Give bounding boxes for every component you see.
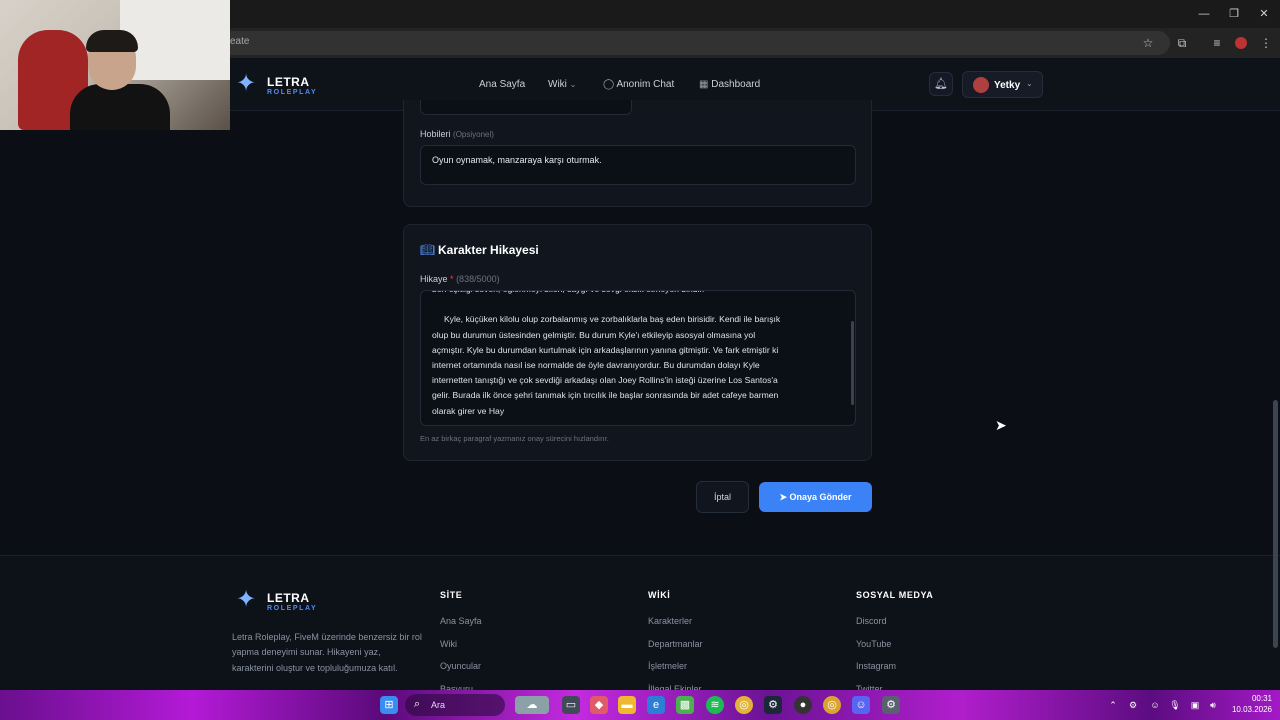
footer-link[interactable]: İşletmeler — [648, 661, 687, 671]
hobbies-label: Hobileri (Opsiyonel) — [420, 129, 494, 139]
webcam-person-hair — [86, 30, 138, 52]
steam-tray-icon[interactable]: ⚙ — [1124, 696, 1142, 714]
story-text: ben eşitliği seven, eğlenmeyi bilen, say… — [432, 291, 781, 416]
optional-tag: (Opsiyonel) — [453, 130, 494, 139]
nav-anonymous-chat[interactable]: ◯ Anonim Chat — [603, 79, 674, 90]
footer-link[interactable]: Oyuncular — [440, 661, 481, 671]
cancel-button[interactable]: İptal — [696, 481, 749, 513]
nav-chat-label: Anonim Chat — [616, 79, 675, 90]
chevron-down-icon: ⌄ — [569, 80, 577, 89]
footer-link[interactable]: Ana Sayfa — [440, 616, 482, 626]
story-card-title: Karakter Hikayesi — [438, 243, 539, 257]
character-counter: (838/5000) — [456, 274, 500, 284]
discord-icon[interactable]: ☺ — [852, 696, 870, 714]
story-textarea[interactable]: ben eşitliği seven, eğlenmeyi bilen, say… — [420, 290, 856, 426]
edge-icon[interactable]: e — [647, 696, 665, 714]
chrome-profile-icon[interactable]: ◎ — [823, 696, 841, 714]
windows-taskbar: ⊞ ⌕ Ara ☁ ▭ ◆ ▬ e ▩ ≋ ◎ ⚙ ● ◎ ☺ ⚙ ⌃ ⚙ ☺ … — [0, 690, 1280, 720]
character-story-card: 📖︎ Karakter Hikayesi Hikaye * (838/5000)… — [403, 224, 872, 461]
footer-social-heading: SOSYAL MEDYA — [856, 590, 934, 600]
nav-wiki[interactable]: Wiki ⌄ — [548, 79, 576, 90]
extensions-icon[interactable]: ⧉ — [1173, 34, 1191, 52]
logo-star-icon[interactable]: ✦ — [233, 71, 259, 97]
dashboard-grid-icon: ▦ — [699, 79, 709, 90]
network-icon[interactable]: ▣ — [1186, 696, 1204, 714]
discord-tray-icon[interactable]: ☺ — [1146, 696, 1164, 714]
book-icon: 📖︎ — [420, 243, 436, 257]
textarea-scrollbar[interactable] — [851, 321, 854, 405]
submit-for-approval-button[interactable]: ➤ Onaya Gönder — [759, 482, 872, 512]
spotify-icon[interactable]: ≋ — [706, 696, 724, 714]
task-view-icon[interactable]: ▭ — [562, 696, 580, 714]
avatar — [973, 77, 989, 93]
footer-link-youtube[interactable]: YouTube — [856, 639, 891, 649]
minecraft-icon[interactable]: ▩ — [676, 696, 694, 714]
user-menu-button[interactable]: Yetky ⌄ — [962, 71, 1043, 98]
logo-title[interactable]: LETRA — [267, 75, 310, 89]
minimize-icon[interactable]: — — [1190, 4, 1218, 24]
maximize-icon[interactable]: ❐ — [1220, 4, 1248, 24]
footer-site-heading: SİTE — [440, 590, 463, 600]
username: Yetky — [994, 80, 1021, 91]
story-hint: En az birkaç paragraf yazmanız onay süre… — [420, 434, 609, 443]
nav-dashboard[interactable]: ▦ Dashboard — [699, 79, 760, 90]
search-placeholder: Ara — [431, 700, 446, 710]
app-icon[interactable]: ◆ — [590, 696, 608, 714]
search-icon: ⌕ — [414, 698, 421, 710]
footer-link[interactable]: Wiki — [440, 639, 457, 649]
clock-date: 10.03.2026 — [1231, 705, 1272, 714]
chevron-down-icon: ⌄ — [1026, 79, 1033, 88]
close-icon[interactable]: ✕ — [1250, 4, 1278, 24]
url-text: eate — [230, 36, 250, 47]
nav-home[interactable]: Ana Sayfa — [479, 79, 525, 90]
steam-icon[interactable]: ⚙ — [764, 696, 782, 714]
send-icon: ➤ — [779, 492, 790, 502]
previous-field[interactable] — [420, 100, 632, 115]
footer-link-discord[interactable]: Discord — [856, 616, 887, 626]
chevron-up-icon[interactable]: ⌃ — [1104, 696, 1122, 714]
github-icon[interactable]: ● — [794, 696, 812, 714]
footer-wiki-heading: WİKİ — [648, 590, 671, 600]
notification-bell-icon[interactable]: 🔔︎ — [929, 72, 953, 96]
webcam-overlay — [0, 0, 230, 130]
windows-start-icon[interactable]: ⊞ — [380, 696, 398, 714]
story-label: Hikaye * (838/5000) — [420, 274, 500, 284]
chrome-icon[interactable]: ◎ — [735, 696, 753, 714]
browser-menu-icon[interactable]: ⋮ — [1257, 34, 1275, 52]
bookmark-star-icon[interactable]: ☆ — [1139, 34, 1157, 52]
weather-widget-icon[interactable]: ☁ — [515, 696, 549, 714]
footer-link[interactable]: Departmanlar — [648, 639, 703, 649]
footer-logo-subtitle: ROLEPLAY — [267, 605, 318, 612]
nav-dashboard-label: Dashboard — [711, 79, 761, 90]
logo-subtitle: ROLEPLAY — [267, 89, 318, 96]
volume-icon[interactable]: 🔊︎ — [1204, 696, 1222, 714]
microphone-icon[interactable]: 🎙︎ — [1166, 696, 1184, 714]
address-bar[interactable]: eate — [220, 31, 1170, 55]
clock-time: 00:31 — [1251, 694, 1272, 703]
required-asterisk: * — [450, 274, 454, 284]
footer-logo-title[interactable]: LETRA — [267, 591, 310, 605]
mouse-cursor-icon: ➤ — [995, 417, 1007, 433]
file-explorer-icon[interactable]: ▬ — [618, 696, 636, 714]
hobbies-label-text: Hobileri — [420, 129, 451, 139]
footer-link[interactable]: Karakterler — [648, 616, 692, 626]
chat-bubble-icon: ◯ — [603, 79, 615, 90]
hobbies-field[interactable]: Oyun oynamak, manzaraya karşı oturmak. — [420, 145, 856, 185]
story-label-text: Hikaye — [420, 274, 448, 284]
taskbar-clock[interactable]: 00:31 10.03.2026 — [1228, 693, 1272, 715]
site-footer: ✦ LETRA ROLEPLAY Letra Roleplay, FiveM ü… — [0, 555, 1280, 691]
footer-description: Letra Roleplay, FiveM üzerinde benzersiz… — [232, 632, 422, 673]
profile-icon[interactable] — [1232, 34, 1250, 52]
details-card: Hobileri (Opsiyonel) Oyun oynamak, manza… — [403, 100, 872, 207]
media-controls-icon[interactable]: ≡ — [1208, 34, 1226, 52]
nav-wiki-label: Wiki — [548, 79, 567, 90]
hobbies-value: Oyun oynamak, manzaraya karşı oturmak. — [432, 155, 602, 165]
webcam-person-body — [70, 84, 170, 130]
page-scrollbar[interactable] — [1273, 400, 1278, 648]
submit-label: Onaya Gönder — [789, 492, 852, 502]
footer-link-instagram[interactable]: Instagram — [856, 661, 896, 671]
taskbar-search[interactable]: ⌕ Ara — [405, 694, 505, 716]
footer-logo-star-icon[interactable]: ✦ — [233, 587, 259, 613]
settings-icon[interactable]: ⚙ — [882, 696, 900, 714]
